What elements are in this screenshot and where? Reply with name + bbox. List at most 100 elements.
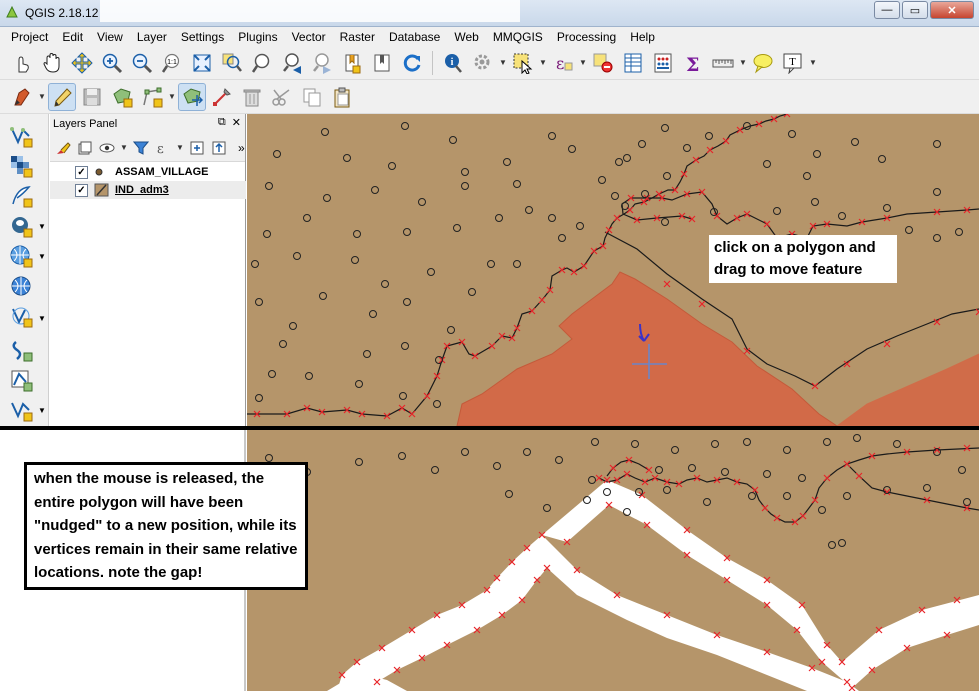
deselect-button[interactable] <box>589 49 617 77</box>
add-part-button[interactable] <box>138 83 166 111</box>
visibility-button[interactable] <box>98 139 116 157</box>
menu-web[interactable]: Web <box>447 30 485 44</box>
menu-edit[interactable]: Edit <box>55 30 90 44</box>
menu-view[interactable]: View <box>90 30 130 44</box>
move-feature-icon <box>183 87 203 106</box>
current-edits-button[interactable] <box>8 83 36 111</box>
pan-to-selection-button[interactable] <box>68 49 96 77</box>
add-postgis-layer-button[interactable] <box>6 212 36 240</box>
add-wfs-layer-button[interactable] <box>6 302 36 330</box>
filter-legend-button[interactable] <box>132 139 150 157</box>
add-virtual-layer-button[interactable] <box>6 336 36 364</box>
select-by-expression-button[interactable]: ε <box>549 49 577 77</box>
pan-button[interactable] <box>38 49 66 77</box>
statistics-button[interactable]: Σ <box>679 49 707 77</box>
select-by-expression-dropdown-icon[interactable]: ▼ <box>579 58 587 67</box>
float-panel-icon[interactable]: ⧉ <box>218 116 226 129</box>
layer-row-assam-village[interactable]: ✓ ASSAM_VILLAGE <box>50 163 246 181</box>
menu-processing[interactable]: Processing <box>550 30 623 44</box>
select-features-dropdown-icon[interactable]: ▼ <box>539 58 547 67</box>
new-shapefile-button[interactable] <box>6 366 36 394</box>
wfs-dropdown-icon[interactable]: ▼ <box>38 314 46 323</box>
layer-row-ind-adm3[interactable]: ✓ IND_adm3 <box>50 181 246 199</box>
menu-plugins[interactable]: Plugins <box>231 30 284 44</box>
add-feature-button[interactable] <box>108 83 136 111</box>
map-tips-button[interactable] <box>749 49 777 77</box>
move-feature-button[interactable] <box>178 82 206 111</box>
show-bookmarks-button[interactable] <box>368 49 396 77</box>
new-layer-dropdown-icon[interactable]: ▼ <box>38 406 46 415</box>
svg-text:T: T <box>789 56 796 68</box>
collapse-all-button[interactable] <box>210 139 228 157</box>
expression-dropdown-icon[interactable]: ▼ <box>176 143 184 152</box>
expand-all-button[interactable] <box>188 139 206 157</box>
style-manager-button[interactable] <box>54 139 72 157</box>
cut-features-button[interactable] <box>268 83 296 111</box>
zoom-next-button[interactable] <box>308 49 336 77</box>
add-group-button[interactable] <box>76 139 94 157</box>
menu-vector[interactable]: Vector <box>285 30 333 44</box>
zoom-last-button[interactable] <box>278 49 306 77</box>
toggle-editing-button[interactable] <box>48 82 76 111</box>
layer-checkbox[interactable]: ✓ <box>75 183 88 197</box>
select-features-button[interactable] <box>509 49 537 77</box>
current-edits-dropdown-icon[interactable]: ▼ <box>38 92 46 101</box>
field-calculator-button[interactable] <box>649 49 677 77</box>
menu-settings[interactable]: Settings <box>174 30 231 44</box>
touch-tool-button[interactable] <box>8 49 36 77</box>
minimize-button[interactable]: — <box>874 1 900 19</box>
visibility-dropdown-icon[interactable]: ▼ <box>120 143 128 152</box>
text-annotation-button[interactable]: T <box>779 49 807 77</box>
postgis-dropdown-icon[interactable]: ▼ <box>38 222 46 231</box>
copy-icon <box>303 88 321 106</box>
map-canvas-after[interactable] <box>247 430 979 691</box>
menu-raster[interactable]: Raster <box>333 30 382 44</box>
menu-database[interactable]: Database <box>382 30 447 44</box>
maximize-button[interactable]: ▭ <box>902 1 928 19</box>
add-raster-layer-button[interactable] <box>6 152 36 180</box>
zoom-to-layer-button[interactable] <box>248 49 276 77</box>
zoom-native-button[interactable]: 1:1 <box>158 49 186 77</box>
refresh-icon <box>403 54 421 72</box>
zoom-to-selection-button[interactable] <box>218 49 246 77</box>
delete-selected-button[interactable] <box>238 83 266 111</box>
run-action-button[interactable] <box>469 49 497 77</box>
copy-features-button[interactable] <box>298 83 326 111</box>
node-tool-button[interactable] <box>208 83 236 111</box>
paste-features-button[interactable] <box>328 83 356 111</box>
run-action-dropdown-icon[interactable]: ▼ <box>499 58 507 67</box>
close-icon: ✕ <box>947 4 957 17</box>
menu-layer[interactable]: Layer <box>130 30 174 44</box>
close-panel-icon[interactable]: ✕ <box>232 116 241 129</box>
annotation-dropdown-icon[interactable]: ▼ <box>809 58 817 67</box>
refresh-button[interactable] <box>398 49 426 77</box>
filter-expression-button[interactable]: ε <box>154 139 172 157</box>
attribute-table-button[interactable] <box>619 49 647 77</box>
zoom-out-button[interactable] <box>128 49 156 77</box>
more-tools-icon[interactable]: » <box>238 141 245 155</box>
menu-project[interactable]: Project <box>4 30 55 44</box>
new-spatialite-icon <box>11 402 33 422</box>
menu-mmqgis[interactable]: MMQGIS <box>486 30 550 44</box>
new-spatialite-button[interactable] <box>6 396 36 424</box>
identify-button[interactable]: i <box>439 49 467 77</box>
add-vector-layer-button[interactable] <box>6 122 36 150</box>
show-bookmarks-icon <box>374 54 390 71</box>
add-wms-layer-button[interactable] <box>6 272 36 300</box>
save-edits-button[interactable] <box>78 83 106 111</box>
measure-button[interactable] <box>709 49 737 77</box>
close-button[interactable]: ✕ <box>930 1 974 19</box>
add-part-dropdown-icon[interactable]: ▼ <box>168 92 176 101</box>
layers-panel-title: Layers Panel <box>53 118 118 130</box>
new-bookmark-button[interactable] <box>338 49 366 77</box>
maximize-icon: ▭ <box>909 4 921 17</box>
add-spatialite-layer-button[interactable] <box>6 242 36 270</box>
spatialite-dropdown-icon[interactable]: ▼ <box>38 252 46 261</box>
zoom-full-button[interactable] <box>188 49 216 77</box>
measure-dropdown-icon[interactable]: ▼ <box>739 58 747 67</box>
menu-help[interactable]: Help <box>623 30 662 44</box>
add-delimited-text-button[interactable] <box>6 182 36 210</box>
zoom-out-icon <box>132 53 153 73</box>
zoom-in-button[interactable] <box>98 49 126 77</box>
layer-checkbox[interactable]: ✓ <box>75 165 88 179</box>
